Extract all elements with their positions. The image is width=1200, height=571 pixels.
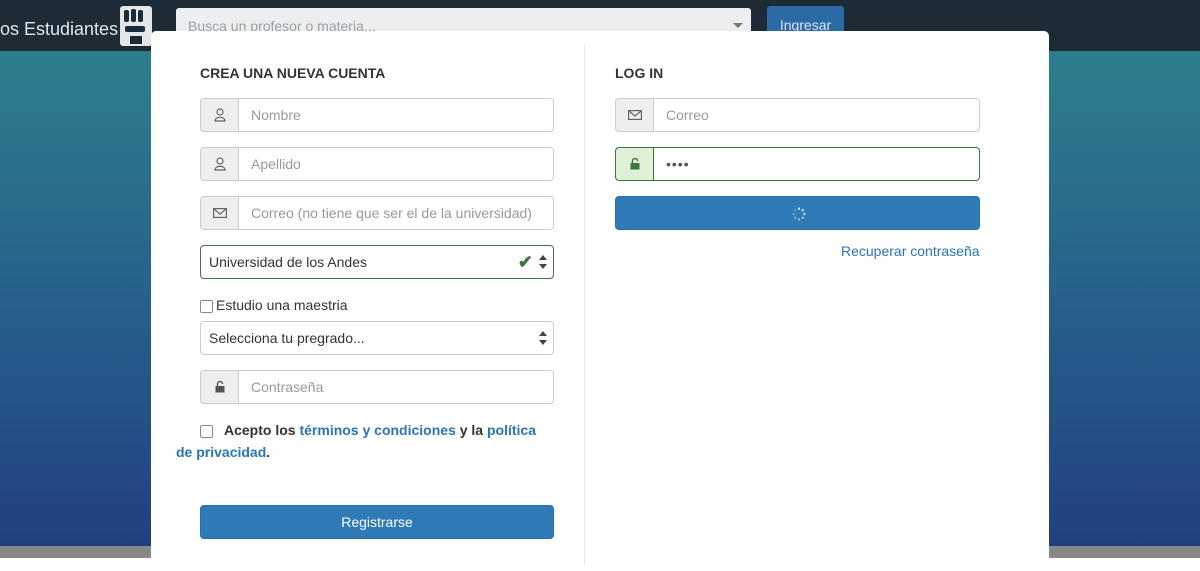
fist-icon (120, 6, 152, 46)
terms-link[interactable]: términos y condiciones (299, 422, 455, 438)
brand-name[interactable]: os Estudiantes (0, 19, 118, 40)
unlock-icon (200, 370, 238, 404)
university-select[interactable]: Universidad de los Andes ✔ (200, 245, 554, 279)
correo-input[interactable]: Correo (no tiene que ser el de la univer… (238, 196, 554, 230)
user-icon (200, 147, 238, 181)
nombre-input-group: Nombre (200, 98, 554, 132)
pregrado-value: Selecciona tu pregrado... (209, 330, 365, 346)
nombre-input[interactable]: Nombre (238, 98, 554, 132)
terms-prefix: Acepto los (224, 422, 300, 438)
envelope-icon (615, 98, 653, 132)
recover-password-link[interactable]: Recuperar contraseña (841, 243, 980, 259)
envelope-icon (200, 196, 238, 230)
password-dots: •••• (666, 156, 690, 172)
password-input-group: Contraseña (200, 370, 554, 404)
password-input[interactable]: Contraseña (238, 370, 554, 404)
caret-down-icon (733, 23, 743, 28)
apellido-input-group: Apellido (200, 147, 554, 181)
login-correo-input[interactable]: Correo (653, 98, 980, 132)
terms-text: Acepto los términos y condiciones y la p… (176, 419, 560, 463)
maestria-label: Estudio una maestria (216, 297, 348, 313)
register-title: CREA UNA NUEVA CUENTA (200, 65, 386, 81)
pregrado-select[interactable]: Selecciona tu pregrado... (200, 321, 554, 355)
terms-middle: y la (455, 422, 487, 438)
select-arrows-icon (539, 255, 547, 269)
login-correo-group: Correo (615, 98, 980, 132)
login-password-input[interactable]: •••• (653, 147, 980, 181)
apellido-input[interactable]: Apellido (238, 147, 554, 181)
terms-suffix: . (266, 444, 271, 460)
register-button[interactable]: Registrarse (200, 505, 554, 539)
login-submit-button[interactable] (615, 196, 980, 230)
spinner-icon (792, 207, 806, 221)
privacy-link-part2[interactable]: de privacidad (176, 444, 266, 460)
select-arrows-icon (539, 331, 547, 345)
university-value: Universidad de los Andes (209, 254, 367, 270)
login-password-group: •••• (615, 147, 980, 181)
maestria-checkbox[interactable] (200, 300, 213, 313)
checkmark-icon: ✔ (517, 252, 533, 272)
login-title: LOG IN (615, 65, 664, 81)
user-icon (200, 98, 238, 132)
privacy-link-part1[interactable]: política (487, 422, 536, 438)
column-divider (584, 45, 585, 565)
correo-input-group: Correo (no tiene que ser el de la univer… (200, 196, 554, 230)
unlock-icon (615, 147, 653, 181)
auth-modal: CREA UNA NUEVA CUENTA Nombre Apellido Co… (151, 31, 1049, 571)
